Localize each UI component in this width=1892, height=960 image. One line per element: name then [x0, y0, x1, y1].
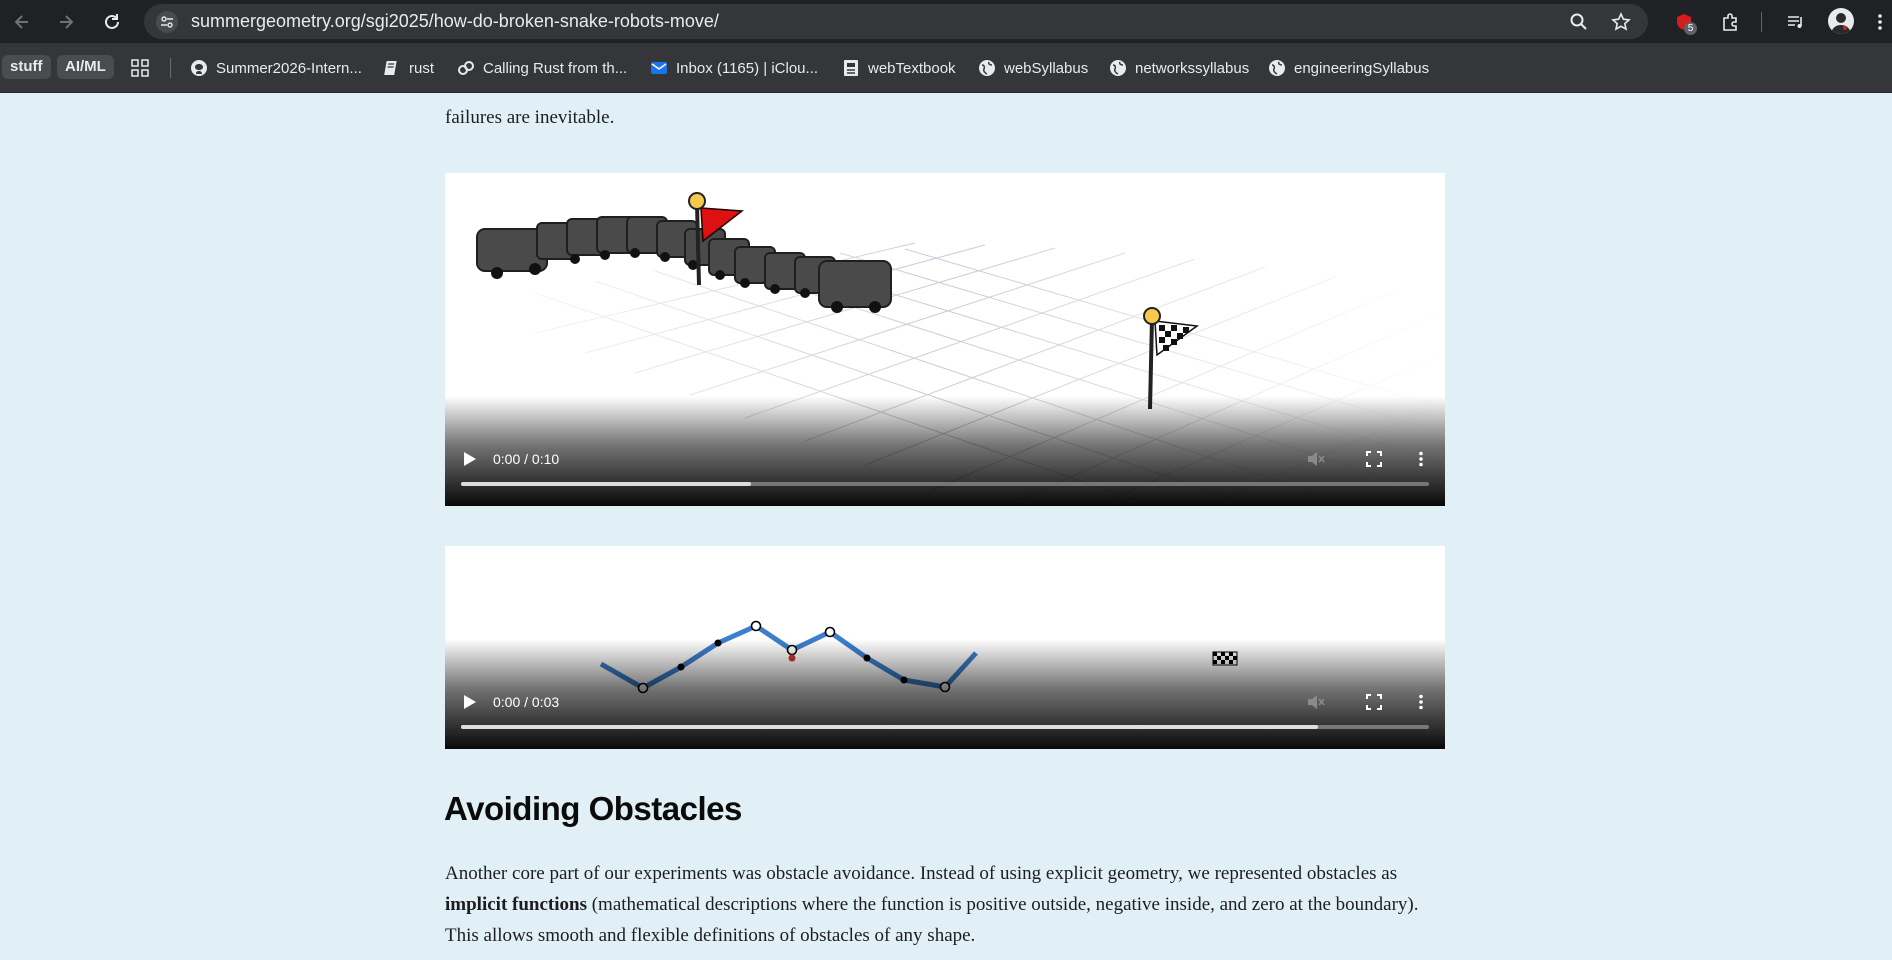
paragraph-bold-term: implicit functions: [445, 894, 587, 915]
video-options-button[interactable]: [1410, 448, 1432, 470]
back-button[interactable]: [8, 8, 36, 36]
fullscreen-icon: [1366, 451, 1382, 467]
tune-icon: [161, 16, 173, 28]
bookmark-label: rust: [409, 59, 435, 77]
bookmark-networkssyllabus[interactable]: networkssyllabus: [1109, 55, 1249, 81]
bookmark-label: webTextbook: [868, 59, 956, 77]
zoom-icon: [1570, 13, 1587, 30]
bookmark-rust[interactable]: rust: [383, 55, 434, 81]
mail-icon: [650, 59, 668, 77]
play-button[interactable]: [459, 691, 481, 713]
mute-button[interactable]: [1305, 448, 1327, 470]
video-chain-animation[interactable]: 0:00 / 0:03: [445, 546, 1445, 749]
bookmark-label: webSyllabus: [1004, 59, 1089, 77]
paragraph-text: Another core part of our experiments was…: [445, 863, 1398, 884]
fullscreen-icon: [1366, 694, 1382, 710]
bookmark-label: Summer2026-Intern...: [216, 59, 362, 77]
globe-icon: [1268, 59, 1286, 77]
extension-button[interactable]: 5: [1670, 8, 1698, 36]
github-icon: [190, 59, 208, 77]
link-icon: [457, 59, 475, 77]
globe-icon: [1109, 59, 1127, 77]
paragraph-text: (mathematical descriptions where the fun…: [445, 894, 1419, 946]
apps-grid-icon: [131, 59, 149, 77]
forward-button[interactable]: [52, 8, 80, 36]
video-progress-fill: [461, 725, 1318, 729]
bookmark-folder-stuff[interactable]: stuff: [2, 55, 51, 79]
video-progress-bar[interactable]: [461, 482, 1429, 486]
bookmark-label: engineeringSyllabus: [1294, 59, 1430, 77]
video-progress-bar[interactable]: [461, 725, 1429, 729]
section-heading: Avoiding Obstacles: [444, 790, 742, 827]
video-controls: 0:00 / 0:03: [445, 639, 1445, 749]
star-icon: [1611, 12, 1631, 31]
mute-button[interactable]: [1305, 691, 1327, 713]
bookmark-engineeringsyllabus[interactable]: engineeringSyllabus: [1268, 55, 1429, 81]
reload-button[interactable]: [98, 8, 126, 36]
toolbar-divider: [1761, 12, 1762, 32]
bookmark-inbox[interactable]: Inbox (1165) | iClou...: [650, 55, 818, 81]
extensions-button[interactable]: [1716, 8, 1744, 36]
reload-icon: [105, 14, 119, 29]
bookmark-star-button[interactable]: [1608, 9, 1634, 35]
globe-icon: [978, 59, 996, 77]
video-time: 0:00 / 0:10: [493, 451, 560, 467]
bookmark-label: Calling Rust from th...: [483, 59, 628, 77]
arrow-right-icon: [60, 15, 74, 29]
bookmarks-bar: stuff AI/ML Summer2026-Intern... rust Ca…: [0, 43, 1892, 93]
bookmark-websyllabus[interactable]: webSyllabus: [978, 55, 1088, 81]
bookmark-calling-rust[interactable]: Calling Rust from th...: [457, 55, 627, 81]
apps-button[interactable]: [131, 55, 149, 81]
book-icon: [383, 59, 401, 77]
video-snake-robot[interactable]: 0:00 / 0:10: [445, 173, 1445, 506]
video-controls: 0:00 / 0:10: [445, 396, 1445, 506]
url-text[interactable]: summergeometry.org/sgi2025/how-do-broken…: [191, 4, 719, 39]
bookmark-folder-aiml[interactable]: AI/ML: [57, 55, 114, 79]
video-options-button[interactable]: [1410, 691, 1432, 713]
playlist-icon: [1788, 16, 1802, 28]
more-vert-icon: [1878, 14, 1882, 30]
play-icon: [464, 452, 476, 466]
fullscreen-button[interactable]: [1363, 691, 1385, 713]
more-vert-icon: [1419, 694, 1423, 710]
play-button[interactable]: [459, 448, 481, 470]
bookmark-label: Inbox (1165) | iClou...: [676, 59, 819, 77]
zoom-button[interactable]: [1566, 9, 1592, 35]
address-bar[interactable]: summergeometry.org/sgi2025/how-do-broken…: [144, 4, 1648, 39]
bookmark-webtextbook[interactable]: webTextbook: [842, 55, 956, 81]
obstacle-paragraph: Another core part of our experiments was…: [445, 858, 1445, 951]
video-progress-fill: [461, 482, 752, 486]
bookmark-summer2026[interactable]: Summer2026-Intern...: [190, 55, 362, 81]
extension-badge: 5: [1684, 22, 1697, 35]
avatar-icon: [1831, 13, 1851, 34]
puzzle-icon: [1723, 13, 1737, 31]
play-icon: [464, 695, 476, 709]
profile-avatar[interactable]: [1828, 8, 1854, 34]
arrow-left-icon: [14, 15, 28, 29]
volume-icon: [1308, 695, 1325, 709]
browser-menu-button[interactable]: [1866, 8, 1892, 36]
more-vert-icon: [1419, 451, 1423, 467]
fullscreen-button[interactable]: [1363, 448, 1385, 470]
video-time: 0:00 / 0:03: [493, 694, 560, 710]
intro-paragraph-tail: failures are inevitable.: [445, 107, 615, 128]
browser-toolbar: summergeometry.org/sgi2025/how-do-broken…: [0, 0, 1892, 43]
doc-icon: [842, 59, 860, 77]
bookmarks-divider: [170, 58, 171, 78]
volume-icon: [1308, 452, 1325, 466]
site-info-button[interactable]: [156, 11, 178, 33]
media-controls-button[interactable]: [1782, 8, 1810, 36]
bookmark-label: networkssyllabus: [1135, 59, 1250, 77]
